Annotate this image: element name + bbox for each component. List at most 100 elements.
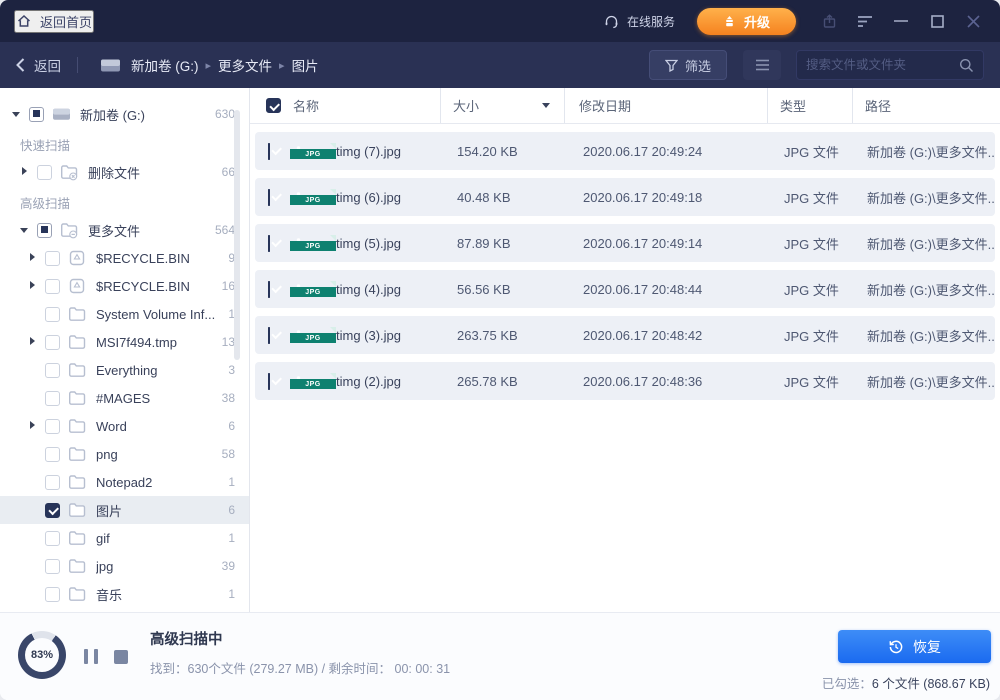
tree-checkbox[interactable] (29, 107, 44, 122)
tree-checkbox[interactable] (37, 165, 52, 180)
expand-arrow-icon[interactable] (28, 421, 38, 431)
maximize-button[interactable] (924, 8, 950, 34)
tree-checkbox[interactable] (45, 419, 60, 434)
tree-checkbox[interactable] (45, 587, 60, 602)
menu-icon[interactable] (852, 8, 878, 34)
view-list-button[interactable] (743, 50, 781, 80)
column-header-type[interactable]: 类型 (767, 88, 852, 123)
row-checkbox[interactable] (268, 235, 270, 252)
minimize-button[interactable] (888, 8, 914, 34)
sidebar-item-word[interactable]: Word 6 (0, 412, 249, 440)
sidebar-item--g-[interactable]: 新加卷 (G:) 630 (0, 100, 249, 128)
file-name: timg (6).jpg (336, 190, 445, 205)
expand-arrow-icon[interactable] (28, 533, 38, 543)
expand-arrow-icon[interactable] (12, 109, 22, 119)
row-checkbox[interactable] (268, 373, 270, 390)
sidebar-item--[interactable]: 图片 6 (0, 496, 249, 524)
sidebar-item-notepad2[interactable]: Notepad2 1 (0, 468, 249, 496)
filter-button[interactable]: 筛选 (649, 50, 727, 80)
expand-arrow-icon[interactable] (28, 365, 38, 375)
file-size: 265.78 KB (445, 374, 569, 389)
tree-checkbox[interactable] (45, 475, 60, 490)
file-row[interactable]: JPG timg (4).jpg 56.56 KB 2020.06.17 20:… (255, 270, 995, 308)
sidebar-item-png[interactable]: png 58 (0, 440, 249, 468)
sidebar-item-jpg[interactable]: jpg 39 (0, 552, 249, 580)
select-all-checkbox[interactable] (266, 98, 281, 113)
expand-arrow-icon[interactable] (28, 449, 38, 459)
column-header-name[interactable]: 名称 (288, 88, 440, 123)
search-icon[interactable] (959, 58, 974, 73)
breadcrumb-item-drive[interactable]: 新加卷 (G:) (131, 55, 199, 75)
home-button[interactable]: 返回首页 (14, 10, 94, 33)
app-window: 返回首页 在线服务 升级 (0, 0, 1000, 700)
expand-arrow-icon[interactable] (28, 477, 38, 487)
file-row[interactable]: JPG timg (6).jpg 40.48 KB 2020.06.17 20:… (255, 178, 995, 216)
column-header-size[interactable]: 大小 (440, 88, 564, 123)
row-checkbox[interactable] (268, 189, 270, 206)
online-service-button[interactable]: 在线服务 (603, 13, 675, 30)
file-row[interactable]: JPG timg (3).jpg 263.75 KB 2020.06.17 20… (255, 316, 995, 354)
breadcrumb-item-current[interactable]: 图片 (292, 55, 319, 75)
folder-delete-icon (60, 164, 80, 180)
file-date: 2020.06.17 20:48:44 (569, 282, 772, 297)
upgrade-button[interactable]: 升级 (697, 8, 796, 35)
tree-item-count: 16 (222, 279, 235, 293)
tree-checkbox[interactable] (45, 251, 60, 266)
expand-arrow-icon[interactable] (28, 505, 38, 515)
sidebar-item--[interactable]: 音乐 1 (0, 580, 249, 608)
column-header-path[interactable]: 路径 (852, 88, 1000, 123)
sidebar-item-$recycle-bin[interactable]: $RECYCLE.BIN 16 (0, 272, 249, 300)
stop-button[interactable] (114, 650, 128, 664)
row-checkbox[interactable] (268, 327, 270, 344)
expand-arrow-icon[interactable] (28, 337, 38, 347)
file-row[interactable]: JPG timg (2).jpg 265.78 KB 2020.06.17 20… (255, 362, 995, 400)
tree-checkbox[interactable] (45, 279, 60, 294)
tree-checkbox[interactable] (45, 307, 60, 322)
sidebar-item-system-volume-inf-[interactable]: System Volume Inf... 1 (0, 300, 249, 328)
tree-item-count: 6 (228, 503, 235, 517)
expand-arrow-icon[interactable] (20, 225, 30, 235)
file-row[interactable]: JPG timg (5).jpg 87.89 KB 2020.06.17 20:… (255, 224, 995, 262)
tree-checkbox[interactable] (45, 335, 60, 350)
close-button[interactable] (960, 8, 986, 34)
file-size: 87.89 KB (445, 236, 569, 251)
tree-checkbox[interactable] (45, 503, 60, 518)
breadcrumb-item-folder[interactable]: 更多文件 (218, 55, 272, 75)
search-input[interactable] (806, 58, 959, 72)
tree-checkbox[interactable] (45, 559, 60, 574)
tree-item-count: 66 (222, 165, 235, 179)
sidebar-item-everything[interactable]: Everything 3 (0, 356, 249, 384)
tree-checkbox[interactable] (37, 223, 52, 238)
sidebar-item-$recycle-bin[interactable]: $RECYCLE.BIN 9 (0, 244, 249, 272)
expand-arrow-icon[interactable] (20, 167, 30, 177)
expand-arrow-icon[interactable] (28, 589, 38, 599)
sidebar-item-gif[interactable]: gif 1 (0, 524, 249, 552)
sidebar-item--[interactable]: 删除文件 66 (0, 158, 249, 186)
expand-arrow-icon[interactable] (28, 253, 38, 263)
expand-arrow-icon[interactable] (28, 309, 38, 319)
sidebar-item--[interactable]: 更多文件 564 (0, 216, 249, 244)
sidebar-item-msi7f494-tmp[interactable]: MSI7f494.tmp 13 (0, 328, 249, 356)
recover-button[interactable]: 恢复 (838, 630, 991, 663)
tree-checkbox[interactable] (45, 531, 60, 546)
file-row[interactable]: JPG timg (7).jpg 154.20 KB 2020.06.17 20… (255, 132, 995, 170)
share-button[interactable] (816, 8, 842, 34)
tree-item-count: 13 (222, 335, 235, 349)
tree-checkbox[interactable] (45, 391, 60, 406)
sidebar-scrollbar[interactable] (234, 110, 240, 360)
sidebar-item-#mages[interactable]: #MAGES 38 (0, 384, 249, 412)
tree-item-count: 564 (215, 223, 235, 237)
expand-arrow-icon[interactable] (28, 561, 38, 571)
expand-arrow-icon[interactable] (28, 281, 38, 291)
back-button[interactable]: 返回 (16, 55, 61, 75)
row-checkbox[interactable] (268, 281, 270, 298)
tree-checkbox[interactable] (45, 363, 60, 378)
column-header-date[interactable]: 修改日期 (564, 88, 767, 123)
row-checkbox[interactable] (268, 143, 270, 160)
chevron-left-icon (16, 58, 25, 72)
jpg-badge: JPG (290, 195, 336, 205)
tree-checkbox[interactable] (45, 447, 60, 462)
expand-arrow-icon[interactable] (28, 393, 38, 403)
pause-button[interactable] (84, 649, 98, 664)
tree-item-label: $RECYCLE.BIN (96, 279, 214, 294)
